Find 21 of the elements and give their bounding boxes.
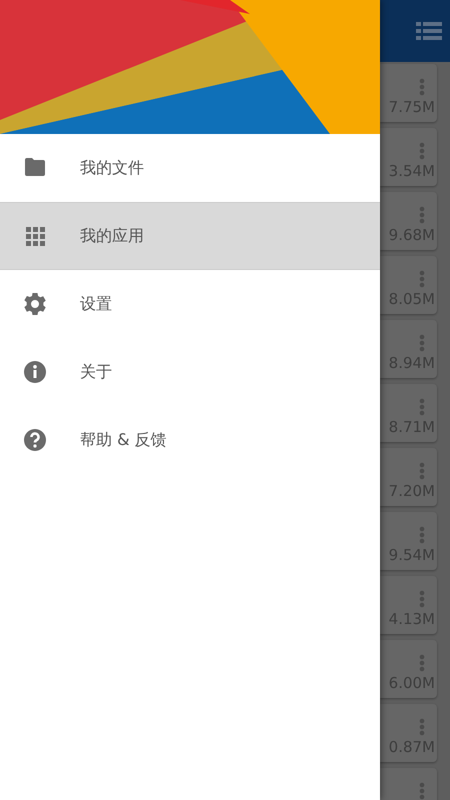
help-icon — [22, 427, 48, 453]
more-icon[interactable] — [419, 526, 425, 544]
more-icon[interactable] — [419, 782, 425, 800]
more-icon[interactable] — [419, 270, 425, 288]
more-icon[interactable] — [419, 78, 425, 96]
more-icon[interactable] — [419, 206, 425, 224]
more-icon[interactable] — [419, 462, 425, 480]
more-icon[interactable] — [419, 718, 425, 736]
more-icon[interactable] — [419, 654, 425, 672]
more-icon[interactable] — [419, 142, 425, 160]
drawer-item[interactable]: 设置 — [0, 270, 380, 338]
more-icon[interactable] — [419, 590, 425, 608]
drawer-item[interactable]: 帮助 & 反馈 — [0, 406, 380, 474]
list-view-icon[interactable] — [416, 21, 442, 41]
drawer-item[interactable]: 关于 — [0, 338, 380, 406]
more-icon[interactable] — [419, 398, 425, 416]
more-icon[interactable] — [419, 334, 425, 352]
settings-icon — [22, 291, 48, 317]
info-icon — [22, 359, 48, 385]
drawer-item[interactable]: 我的文件 — [0, 134, 380, 202]
drawer-item[interactable]: 我的应用 — [0, 202, 380, 270]
